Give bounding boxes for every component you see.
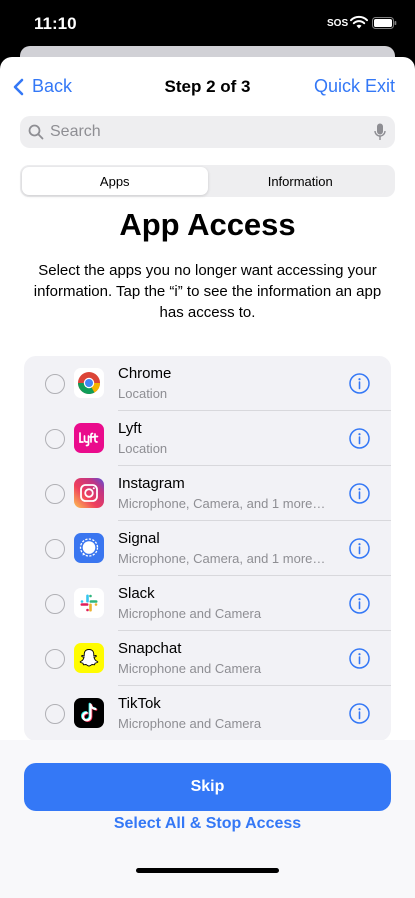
select-all-stop-access-button[interactable]: Select All & Stop Access	[0, 815, 415, 833]
modal-sheet: Back Step 2 of 3 Quick Exit Apps Informa…	[0, 57, 415, 898]
page-description: Select the apps you no longer want acces…	[33, 262, 382, 321]
tab-apps[interactable]: Apps	[22, 167, 208, 195]
search-icon	[28, 124, 44, 140]
app-detail: Location	[118, 386, 168, 401]
app-name: Signal	[118, 530, 160, 547]
app-detail: Microphone, Camera, and 1 more…	[118, 496, 326, 511]
app-name: Chrome	[118, 365, 172, 382]
page-title: App Access	[119, 207, 296, 242]
info-icon[interactable]	[349, 373, 370, 394]
home-indicator[interactable]	[136, 868, 279, 873]
app-detail: Microphone and Camera	[118, 661, 262, 676]
navigation-bar: Back Step 2 of 3 Quick Exit	[0, 57, 415, 115]
info-icon[interactable]	[349, 483, 370, 504]
list-item[interactable]: Signal Microphone, Camera, and 1 more…	[24, 521, 391, 576]
segmented-control: Apps Information	[20, 165, 395, 197]
app-list: Chrome Location Lyft Location Instagram …	[24, 356, 391, 741]
app-name: Lyft	[118, 420, 142, 437]
lyft-icon	[74, 423, 104, 453]
app-name: Slack	[118, 585, 155, 602]
info-icon[interactable]	[349, 648, 370, 669]
radio-button[interactable]	[45, 704, 65, 724]
tiktok-icon	[74, 698, 104, 728]
app-detail: Microphone and Camera	[118, 606, 262, 621]
app-detail: Location	[118, 441, 168, 456]
bottom-action-panel: Skip Select All & Stop Access	[0, 740, 415, 898]
status-sos: SOS	[327, 18, 349, 29]
radio-button[interactable]	[45, 539, 65, 559]
radio-button[interactable]	[45, 374, 65, 394]
list-item[interactable]: Lyft Location	[24, 411, 391, 466]
radio-button[interactable]	[45, 429, 65, 449]
list-item[interactable]: Chrome Location	[24, 356, 391, 411]
app-name: Instagram	[118, 475, 185, 492]
app-detail: Microphone and Camera	[118, 716, 262, 731]
app-detail: Microphone, Camera, and 1 more…	[118, 551, 326, 566]
list-item[interactable]: Instagram Microphone, Camera, and 1 more…	[24, 466, 391, 521]
wifi-icon	[350, 15, 368, 29]
app-name: TikTok	[118, 695, 161, 712]
list-item[interactable]: Slack Microphone and Camera	[24, 576, 391, 631]
radio-button[interactable]	[45, 594, 65, 614]
search-bar[interactable]	[20, 116, 395, 148]
tab-information[interactable]: Information	[208, 167, 394, 195]
status-time: 11:10	[34, 14, 77, 33]
list-item[interactable]: Snapchat Microphone and Camera	[24, 631, 391, 686]
app-name: Snapchat	[118, 640, 182, 657]
info-icon[interactable]	[349, 593, 370, 614]
info-icon[interactable]	[349, 703, 370, 724]
search-input[interactable]	[50, 123, 350, 141]
chrome-icon	[74, 368, 104, 398]
radio-button[interactable]	[45, 484, 65, 504]
microphone-icon[interactable]	[374, 123, 386, 141]
quick-exit-button[interactable]: Quick Exit	[314, 76, 395, 97]
list-item[interactable]: TikTok Microphone and Camera	[24, 686, 391, 741]
radio-button[interactable]	[45, 649, 65, 669]
info-icon[interactable]	[349, 538, 370, 559]
slack-icon	[74, 588, 104, 618]
info-icon[interactable]	[349, 428, 370, 449]
skip-button[interactable]: Skip	[24, 763, 391, 811]
status-bar: 11:10 SOS	[0, 0, 415, 48]
instagram-icon	[74, 478, 104, 508]
snapchat-icon	[74, 643, 104, 673]
signal-icon	[74, 533, 104, 563]
battery-icon	[372, 17, 397, 29]
